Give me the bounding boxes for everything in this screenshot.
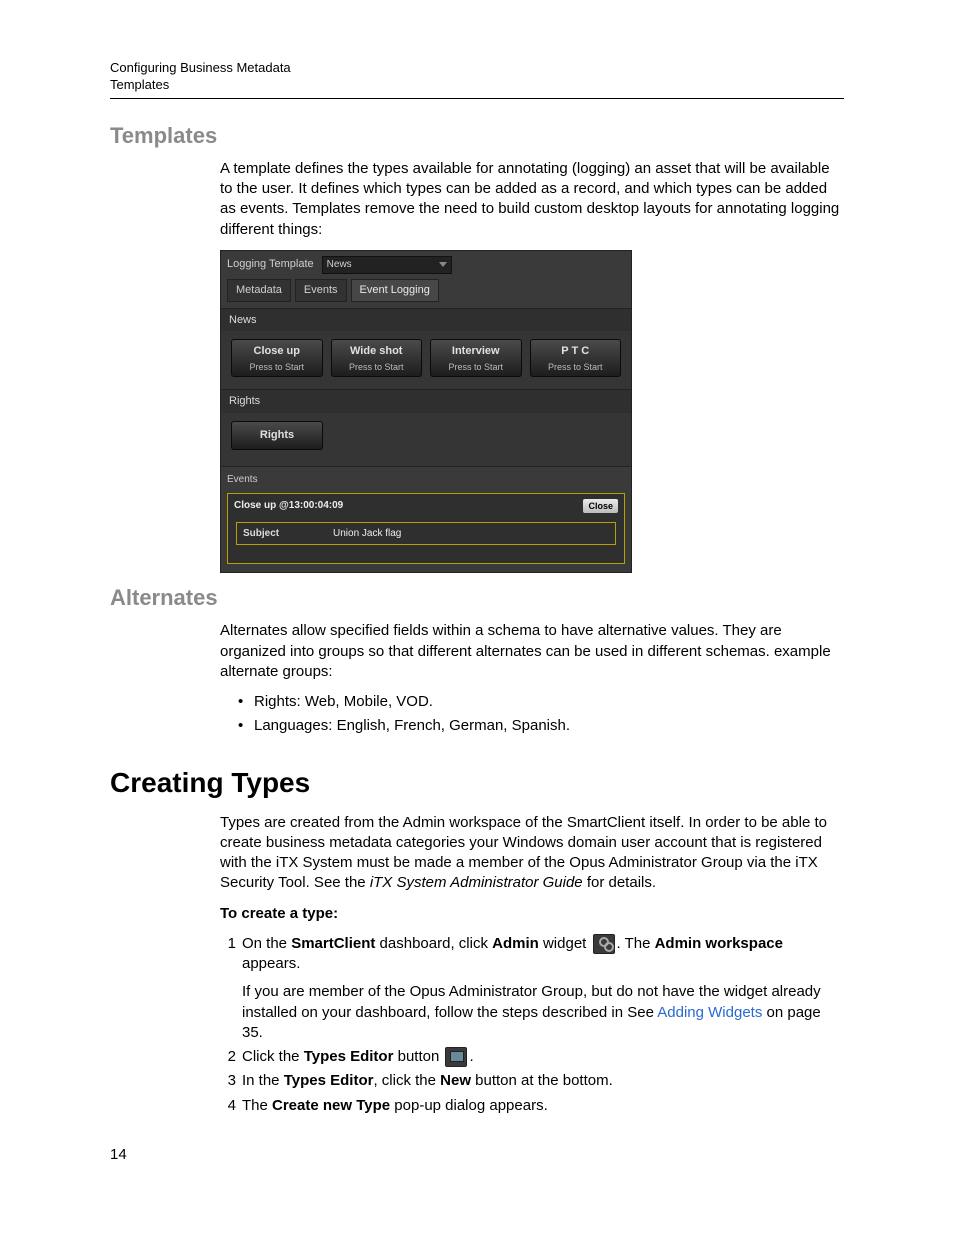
header-line1: Configuring Business Metadata <box>110 60 844 77</box>
types-editor-icon <box>445 1047 467 1067</box>
btn-rights[interactable]: Rights <box>231 421 323 450</box>
btn-ptc[interactable]: P T C Press to Start <box>530 339 622 377</box>
adding-widgets-link[interactable]: Adding Widgets <box>657 1004 762 1021</box>
event-field: Subject Union Jack flag <box>236 522 616 546</box>
step-1: 1 On the SmartClient dashboard, click Ad… <box>220 934 844 1043</box>
header-rule <box>110 98 844 99</box>
btn-close-up[interactable]: Close up Press to Start <box>231 339 323 377</box>
btn-sub: Press to Start <box>531 361 621 373</box>
bullet-icon: • <box>238 692 254 712</box>
btn-sub: Press to Start <box>431 361 521 373</box>
bullet-text: Rights: Web, Mobile, VOD. <box>254 692 433 712</box>
bullet-item: • Languages: English, French, German, Sp… <box>238 716 844 736</box>
tab-event-logging[interactable]: Event Logging <box>351 279 439 302</box>
event-title: Close up @13:00:04:09 <box>234 499 343 513</box>
step-number: 2 <box>220 1047 242 1067</box>
alternates-heading: Alternates <box>110 585 844 611</box>
tab-metadata[interactable]: Metadata <box>227 279 291 302</box>
tab-events[interactable]: Events <box>295 279 347 302</box>
btn-title: Close up <box>232 344 322 359</box>
section-news: News <box>221 308 631 332</box>
btn-sub: Press to Start <box>232 361 322 373</box>
event-field-label: Subject <box>237 523 327 545</box>
step-number: 4 <box>220 1096 242 1116</box>
section-rights: Rights <box>221 389 631 413</box>
btn-title: Wide shot <box>332 344 422 359</box>
templates-paragraph: A template defines the types available f… <box>220 159 844 240</box>
procedure-heading: To create a type: <box>220 904 844 924</box>
btn-wide-shot[interactable]: Wide shot Press to Start <box>331 339 423 377</box>
bullet-icon: • <box>238 716 254 736</box>
step-4: 4 The Create new Type pop-up dialog appe… <box>220 1096 844 1116</box>
page-number: 14 <box>110 1146 844 1163</box>
creating-types-paragraph: Types are created from the Admin workspa… <box>220 813 844 894</box>
header-line2: Templates <box>110 77 844 94</box>
btn-title: P T C <box>531 344 621 359</box>
events-label: Events <box>221 466 631 491</box>
alternates-paragraph: Alternates allow specified fields within… <box>220 621 844 682</box>
step-3: 3 In the Types Editor, click the New but… <box>220 1071 844 1091</box>
event-field-value: Union Jack flag <box>327 523 407 545</box>
chevron-down-icon <box>439 262 447 267</box>
step-number: 1 <box>220 934 242 954</box>
step-number: 3 <box>220 1071 242 1091</box>
logging-template-label: Logging Template <box>227 257 314 272</box>
admin-widget-icon <box>593 934 615 954</box>
btn-sub: Press to Start <box>332 361 422 373</box>
creating-types-heading: Creating Types <box>110 767 844 799</box>
logging-template-dropdown-value: News <box>327 258 352 272</box>
step-2: 2 Click the Types Editor button . <box>220 1047 844 1067</box>
btn-title: Interview <box>431 344 521 359</box>
logging-template-dropdown[interactable]: News <box>322 256 452 274</box>
logging-template-screenshot: Logging Template News Metadata Events Ev… <box>220 250 632 574</box>
btn-interview[interactable]: Interview Press to Start <box>430 339 522 377</box>
templates-heading: Templates <box>110 123 844 149</box>
bullet-text: Languages: English, French, German, Span… <box>254 716 570 736</box>
event-item: Close up @13:00:04:09 Close Subject Unio… <box>227 493 625 565</box>
event-close-button[interactable]: Close <box>583 499 618 513</box>
bullet-item: • Rights: Web, Mobile, VOD. <box>238 692 844 712</box>
logging-template-selector-row: Logging Template News <box>221 251 631 279</box>
